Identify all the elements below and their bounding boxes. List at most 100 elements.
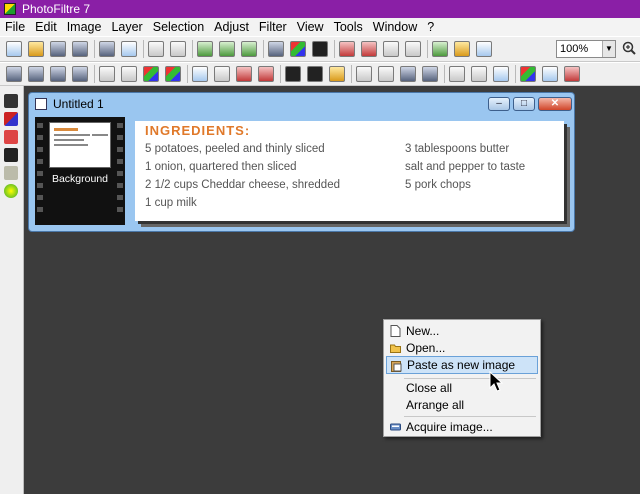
save-icon[interactable]: [50, 41, 66, 57]
layer-thumbnail[interactable]: [49, 122, 111, 168]
menu-image[interactable]: Image: [62, 18, 107, 36]
toolbar-separator: [143, 40, 144, 58]
chevron-down-icon[interactable]: ▼: [602, 41, 615, 57]
text-icon[interactable]: [405, 41, 421, 57]
open-folder-icon: [390, 344, 401, 353]
save-as-icon[interactable]: [72, 41, 88, 57]
selection-icon[interactable]: [383, 41, 399, 57]
paste-icon[interactable]: [219, 41, 235, 57]
main-toolbar: [0, 36, 640, 62]
levels-icon[interactable]: [192, 66, 208, 82]
toolbar-separator: [192, 40, 193, 58]
zoom-select[interactable]: 100% ▼: [556, 40, 616, 58]
menu-tools[interactable]: Tools: [329, 18, 368, 36]
soften-icon[interactable]: [378, 66, 394, 82]
toolbar-separator: [515, 65, 516, 83]
sepia-icon[interactable]: [307, 66, 323, 82]
menu-adjust[interactable]: Adjust: [209, 18, 254, 36]
auto-levels-icon[interactable]: [236, 66, 252, 82]
transparency-icon[interactable]: [312, 41, 328, 57]
menu-help[interactable]: ?: [422, 18, 439, 36]
ctx-new[interactable]: New...: [386, 322, 538, 340]
explorer-icon[interactable]: [476, 41, 492, 57]
zoom-in-icon[interactable]: [622, 41, 636, 55]
grayscale-icon[interactable]: [285, 66, 301, 82]
automate-icon[interactable]: [432, 41, 448, 57]
menu-selection[interactable]: Selection: [148, 18, 209, 36]
html-icon[interactable]: [4, 148, 18, 162]
colors-icon[interactable]: [290, 41, 306, 57]
emboss-icon[interactable]: [449, 66, 465, 82]
gamma-down-icon[interactable]: [99, 66, 115, 82]
saturation-down-icon[interactable]: [143, 66, 159, 82]
image-size-icon[interactable]: [268, 41, 284, 57]
menu-file[interactable]: File: [0, 18, 30, 36]
globe-icon[interactable]: [4, 184, 18, 198]
color-picker-icon[interactable]: [542, 66, 558, 82]
undo-icon[interactable]: [148, 41, 164, 57]
balance-icon[interactable]: [214, 66, 230, 82]
ctx-close-all[interactable]: Close all: [386, 379, 538, 397]
redo-icon[interactable]: [170, 41, 186, 57]
film-perforation: [37, 207, 43, 212]
toolbar-separator: [187, 65, 188, 83]
resize-icon[interactable]: [361, 41, 377, 57]
crop-icon[interactable]: [339, 41, 355, 57]
flip-icon[interactable]: [493, 66, 509, 82]
camera-icon[interactable]: [4, 94, 18, 108]
document-title: Untitled 1: [53, 97, 104, 111]
ingredient-line: 5 potatoes, peeled and thinly sliced: [145, 143, 325, 155]
image-canvas[interactable]: INGREDIENTS: 5 potatoes, peeled and thin…: [135, 121, 564, 221]
toolbar-separator: [444, 65, 445, 83]
photofiltre-app-icon: [4, 3, 16, 15]
paste-new-icon[interactable]: [241, 41, 257, 57]
book-icon[interactable]: [4, 166, 18, 180]
menu-filter[interactable]: Filter: [254, 18, 292, 36]
color-palette-icon[interactable]: [520, 66, 536, 82]
scan-icon[interactable]: [121, 41, 137, 57]
close-button[interactable]: ✕: [538, 97, 572, 111]
auto-contrast-icon[interactable]: [258, 66, 274, 82]
contrast-down-icon[interactable]: [50, 66, 66, 82]
filter-toolbar: [0, 62, 640, 86]
gradient-icon[interactable]: [4, 112, 18, 126]
restore-button[interactable]: □: [513, 97, 535, 111]
sharpen-more-icon[interactable]: [422, 66, 438, 82]
menu-view[interactable]: View: [292, 18, 329, 36]
plugins-icon[interactable]: [454, 41, 470, 57]
ingredient-line: 2 1/2 cups Cheddar cheese, shredded: [145, 179, 340, 191]
ctx-acquire-image[interactable]: Acquire image...: [386, 418, 538, 436]
print-icon[interactable]: [99, 41, 115, 57]
menu-window[interactable]: Window: [368, 18, 422, 36]
saturation-up-icon[interactable]: [165, 66, 181, 82]
gamma-up-icon[interactable]: [121, 66, 137, 82]
edges-icon[interactable]: [471, 66, 487, 82]
sharpen-icon[interactable]: [400, 66, 416, 82]
ingredient-line: 1 cup milk: [145, 197, 197, 209]
ctx-label: Paste as new image: [407, 358, 516, 372]
ctx-paste-as-new-image[interactable]: Paste as new image: [386, 356, 538, 374]
menu-edit[interactable]: Edit: [30, 18, 62, 36]
scanner-icon: [390, 423, 401, 431]
contrast-up-icon[interactable]: [72, 66, 88, 82]
ctx-arrange-all[interactable]: Arrange all: [386, 396, 538, 414]
copy-icon[interactable]: [197, 41, 213, 57]
left-tool-panel: [0, 86, 24, 494]
open-icon[interactable]: [28, 41, 44, 57]
red-eye-icon[interactable]: [564, 66, 580, 82]
negative-icon[interactable]: [329, 66, 345, 82]
document-window[interactable]: Untitled 1 – □ ✕ Background INGREDIENTS:…: [28, 92, 575, 232]
film-perforation: [117, 123, 123, 128]
thumb-line: [92, 134, 108, 136]
app-titlebar: PhotoFiltre 7: [0, 0, 640, 18]
minimize-button[interactable]: –: [488, 97, 510, 111]
ctx-label: Open...: [406, 341, 446, 355]
brightness-up-icon[interactable]: [28, 66, 44, 82]
brush-icon[interactable]: [4, 130, 18, 144]
new-icon[interactable]: [6, 41, 22, 57]
ctx-open[interactable]: Open...: [386, 339, 538, 357]
blur-icon[interactable]: [356, 66, 372, 82]
brightness-down-icon[interactable]: [6, 66, 22, 82]
menu-layer[interactable]: Layer: [106, 18, 147, 36]
toolbar-separator: [427, 40, 428, 58]
